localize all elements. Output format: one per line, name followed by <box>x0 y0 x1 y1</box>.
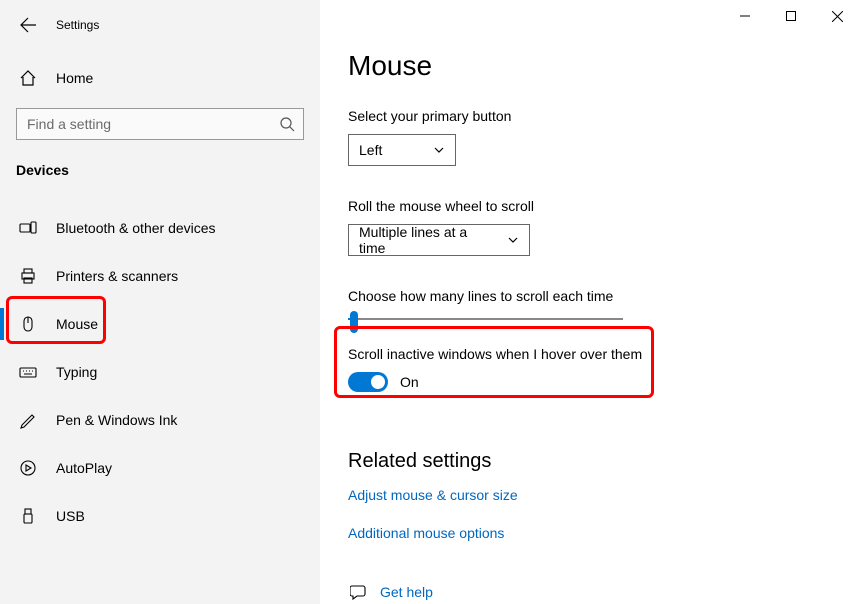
back-button[interactable] <box>10 7 46 43</box>
chevron-down-icon <box>433 144 445 156</box>
primary-button-label: Select your primary button <box>348 108 860 124</box>
wheel-dropdown[interactable]: Multiple lines at a time <box>348 224 530 256</box>
lines-label: Choose how many lines to scroll each tim… <box>348 288 860 304</box>
nav-label: AutoPlay <box>56 460 112 476</box>
get-help-row[interactable]: Get help <box>348 583 860 601</box>
search-box[interactable] <box>16 108 304 140</box>
help-icon <box>348 583 370 601</box>
sidebar-item-mouse[interactable]: Mouse <box>0 300 320 348</box>
titlebar: Settings <box>0 6 320 44</box>
window-controls <box>722 0 860 32</box>
sidebar-item-printers[interactable]: Printers & scanners <box>0 252 320 300</box>
chevron-down-icon <box>507 234 519 246</box>
autoplay-icon <box>18 459 38 477</box>
search-icon <box>271 116 303 132</box>
keyboard-icon <box>18 363 38 381</box>
sidebar-item-usb[interactable]: USB <box>0 492 320 540</box>
slider-thumb[interactable] <box>350 311 358 333</box>
hover-toggle[interactable] <box>348 372 388 392</box>
sidebar-item-typing[interactable]: Typing <box>0 348 320 396</box>
nav-list: Bluetooth & other devices Printers & sca… <box>0 204 320 540</box>
home-nav-item[interactable]: Home <box>0 58 320 98</box>
section-header: Devices <box>0 140 320 188</box>
wheel-label: Roll the mouse wheel to scroll <box>348 198 860 214</box>
home-icon <box>18 69 38 87</box>
page-title: Mouse <box>348 50 860 82</box>
lines-slider[interactable] <box>348 318 623 320</box>
nav-label: Bluetooth & other devices <box>56 220 216 236</box>
hover-label: Scroll inactive windows when I hover ove… <box>348 346 860 362</box>
sidebar: Settings Home Devices Bluetooth & <box>0 0 320 604</box>
app-title: Settings <box>56 18 99 32</box>
nav-label: USB <box>56 508 85 524</box>
main-content: Mouse Select your primary button Left Ro… <box>320 0 860 604</box>
minimize-button[interactable] <box>722 0 768 32</box>
sidebar-item-autoplay[interactable]: AutoPlay <box>0 444 320 492</box>
nav-label: Typing <box>56 364 97 380</box>
search-input[interactable] <box>17 116 271 132</box>
sidebar-item-pen[interactable]: Pen & Windows Ink <box>0 396 320 444</box>
maximize-button[interactable] <box>768 0 814 32</box>
pen-icon <box>18 411 38 429</box>
printer-icon <box>18 267 38 285</box>
toggle-state: On <box>400 374 419 390</box>
bluetooth-icon <box>18 219 38 237</box>
related-heading: Related settings <box>348 450 860 473</box>
home-label: Home <box>56 70 93 86</box>
usb-icon <box>18 507 38 525</box>
primary-button-dropdown[interactable]: Left <box>348 134 456 166</box>
mouse-icon <box>18 315 38 333</box>
get-help-label: Get help <box>380 584 433 600</box>
link-adjust-mouse[interactable]: Adjust mouse & cursor size <box>348 487 860 503</box>
nav-label: Pen & Windows Ink <box>56 412 177 428</box>
arrow-left-icon <box>20 17 36 33</box>
dropdown-value: Left <box>359 142 382 158</box>
sidebar-item-bluetooth[interactable]: Bluetooth & other devices <box>0 204 320 252</box>
close-button[interactable] <box>814 0 860 32</box>
dropdown-value: Multiple lines at a time <box>359 224 495 256</box>
link-additional-options[interactable]: Additional mouse options <box>348 525 860 541</box>
nav-label: Mouse <box>56 316 98 332</box>
nav-label: Printers & scanners <box>56 268 178 284</box>
